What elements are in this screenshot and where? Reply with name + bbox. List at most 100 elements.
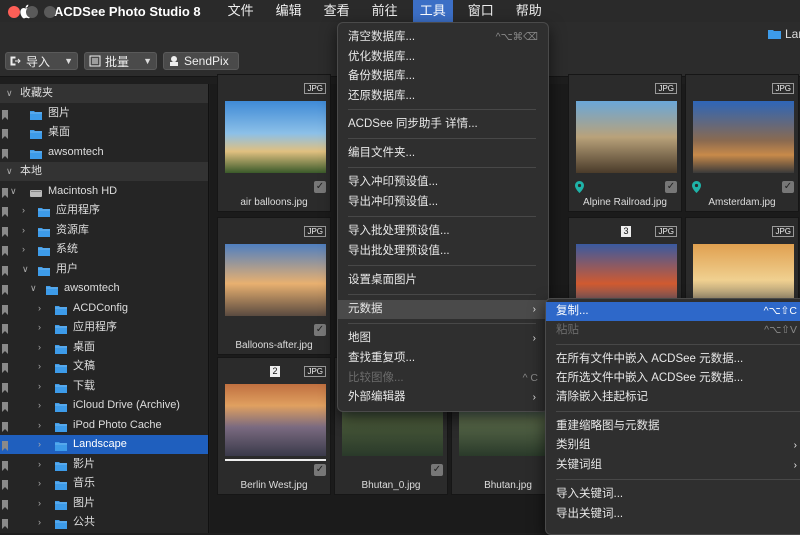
- tools-menu-item[interactable]: 清空数据库... ^⌥⌘⌫: [338, 28, 546, 47]
- tree-item[interactable]: › 音乐: [0, 474, 208, 493]
- metadata-menu-item[interactable]: 关键词组 ›: [546, 456, 800, 475]
- tree-item[interactable]: › 应用程序: [0, 201, 208, 220]
- chevron-down-icon[interactable]: ∨: [10, 182, 17, 201]
- tools-menu-item[interactable]: 设置桌面图片: [338, 271, 546, 290]
- checkbox[interactable]: ✓: [665, 181, 677, 193]
- chevron-right-icon[interactable]: ›: [22, 201, 25, 220]
- zoom-window-button[interactable]: [44, 6, 56, 18]
- tools-menu-item[interactable]: ACDSee 同步助手 详情...: [338, 115, 546, 134]
- thumbnail-image[interactable]: [576, 101, 677, 173]
- metadata-menu-item[interactable]: 类别组 ›: [546, 436, 800, 455]
- chevron-down-icon[interactable]: ∨: [6, 162, 13, 181]
- chevron-right-icon[interactable]: ›: [38, 455, 41, 474]
- tree-item[interactable]: › 应用程序: [0, 318, 208, 337]
- metadata-menu-item[interactable]: 在所选文件中嵌入 ACDSee 元数据...: [546, 369, 800, 388]
- checkbox[interactable]: ✓: [314, 324, 326, 336]
- favorite-item[interactable]: 图片: [0, 104, 208, 123]
- checkbox[interactable]: ✓: [431, 464, 443, 476]
- metadata-menu-item[interactable]: 在所有文件中嵌入 ACDSee 元数据...: [546, 350, 800, 369]
- favorite-item[interactable]: awsomtech: [0, 143, 208, 162]
- tree-item[interactable]: › ACDConfig: [0, 299, 208, 318]
- chevron-right-icon[interactable]: ›: [38, 474, 41, 493]
- thumbnail-image[interactable]: [225, 384, 326, 456]
- tree-item[interactable]: › 公共: [0, 513, 208, 532]
- menu-window[interactable]: 窗口: [461, 0, 501, 22]
- tree-item[interactable]: › 系统: [0, 240, 208, 259]
- tools-menu-item[interactable]: 优化数据库...: [338, 48, 546, 67]
- menu-go[interactable]: 前往: [365, 0, 405, 22]
- metadata-menu-item[interactable]: 导出关键词...: [546, 505, 800, 524]
- thumbnail-cell[interactable]: JPG ✓ air balloons.jpg: [217, 74, 331, 212]
- metadata-menu-item[interactable]: 粘贴 ^⌥⇧V: [546, 321, 800, 340]
- metadata-menu-item[interactable]: 重建缩略图与元数据: [546, 417, 800, 436]
- tree-item[interactable]: › iCloud Drive (Archive): [0, 396, 208, 415]
- tree-item[interactable]: ∨ 用户: [0, 260, 208, 279]
- import-button[interactable]: 导入 ▼: [5, 52, 78, 70]
- thumbnail-cell[interactable]: JPG ✓ Amsterdam.jpg: [685, 74, 799, 212]
- tools-menu-item[interactable]: 比较图像... ^ C: [338, 369, 546, 388]
- chevron-right-icon[interactable]: ›: [38, 357, 41, 376]
- tree-item[interactable]: › 资源库: [0, 221, 208, 240]
- tools-menu-item[interactable]: 元数据 ›: [338, 300, 546, 319]
- tree-item[interactable]: ∨ Macintosh HD: [0, 182, 208, 201]
- chevron-right-icon[interactable]: ›: [38, 396, 41, 415]
- checkbox[interactable]: ✓: [314, 464, 326, 476]
- tree-item[interactable]: › 图片: [0, 494, 208, 513]
- metadata-menu-item[interactable]: 清除嵌入挂起标记: [546, 388, 800, 407]
- sidebar-item-landscape[interactable]: › Landscape: [0, 435, 208, 454]
- tree-item[interactable]: › 文稿: [0, 357, 208, 376]
- tools-menu-item[interactable]: 导出冲印预设值...: [338, 193, 546, 212]
- chevron-down-icon[interactable]: ∨: [30, 279, 37, 298]
- menu-help[interactable]: 帮助: [509, 0, 549, 22]
- chevron-down-icon[interactable]: ∨: [22, 260, 29, 279]
- batch-button[interactable]: 批量 ▼: [84, 52, 157, 70]
- chevron-right-icon[interactable]: ›: [38, 435, 41, 454]
- favorites-header[interactable]: ∨ 收藏夹: [0, 84, 208, 103]
- chevron-right-icon[interactable]: ›: [38, 318, 41, 337]
- thumbnail-image[interactable]: [225, 244, 326, 316]
- tools-menu-item[interactable]: 导出批处理预设值...: [338, 242, 546, 261]
- tree-item[interactable]: › 下载: [0, 377, 208, 396]
- sendpix-button[interactable]: SendPix: [163, 52, 239, 70]
- metadata-menu-item[interactable]: 复制... ^⌥⇧C: [546, 302, 800, 321]
- thumbnail-image[interactable]: [693, 101, 794, 173]
- chevron-right-icon[interactable]: ›: [38, 377, 41, 396]
- chevron-right-icon[interactable]: ›: [38, 299, 41, 318]
- tools-menu-item[interactable]: 查找重复项...: [338, 349, 546, 368]
- tree-item[interactable]: › iPod Photo Cache: [0, 416, 208, 435]
- tools-menu-item[interactable]: 外部编辑器 ›: [338, 388, 546, 407]
- chevron-right-icon[interactable]: ›: [38, 494, 41, 513]
- tools-menu-item[interactable]: 地图 ›: [338, 329, 546, 348]
- chevron-right-icon[interactable]: ›: [22, 221, 25, 240]
- thumbnail-cell[interactable]: JPG 2 ✓ Berlin West.jpg: [217, 357, 331, 495]
- tools-menu-item[interactable]: 编目文件夹...: [338, 144, 546, 163]
- minimize-window-button[interactable]: [26, 6, 38, 18]
- close-window-button[interactable]: [8, 6, 20, 18]
- thumbnail-cell[interactable]: JPG ✓ Balloons-after.jpg: [217, 217, 331, 355]
- local-header[interactable]: ∨ 本地: [0, 162, 208, 181]
- menu-edit[interactable]: 编辑: [269, 0, 309, 22]
- tools-menu-item[interactable]: 备份数据库...: [338, 67, 546, 86]
- tools-menu-item[interactable]: 导入批处理预设值...: [338, 222, 546, 241]
- menu-tools[interactable]: 工具: [412, 0, 453, 22]
- checkbox[interactable]: ✓: [314, 181, 326, 193]
- tools-menu-item[interactable]: 还原数据库...: [338, 87, 546, 106]
- chevron-right-icon[interactable]: ›: [38, 338, 41, 357]
- chevron-right-icon[interactable]: ›: [38, 416, 41, 435]
- tools-menu-item[interactable]: 导入冲印预设值...: [338, 173, 546, 192]
- tree-item[interactable]: › 桌面: [0, 338, 208, 357]
- chevron-right-icon[interactable]: ›: [38, 513, 41, 532]
- thumbnail-cell[interactable]: JPG ✓ Alpine Railroad.jpg: [568, 74, 682, 212]
- tree-item[interactable]: › 影片: [0, 455, 208, 474]
- menu-file[interactable]: 文件: [221, 0, 261, 22]
- favorite-item[interactable]: 桌面: [0, 123, 208, 142]
- app-name-menu[interactable]: ACDSee Photo Studio 8: [54, 4, 201, 19]
- metadata-menu-item[interactable]: 导入关键词...: [546, 485, 800, 504]
- chevron-down-icon[interactable]: ∨: [6, 84, 13, 103]
- chevron-right-icon[interactable]: ›: [22, 240, 25, 259]
- thumbnail-image[interactable]: [225, 101, 326, 173]
- menu-view[interactable]: 查看: [317, 0, 357, 22]
- jpg-badge: JPG: [772, 226, 794, 237]
- tree-item[interactable]: ∨ awsomtech: [0, 279, 208, 298]
- checkbox[interactable]: ✓: [782, 181, 794, 193]
